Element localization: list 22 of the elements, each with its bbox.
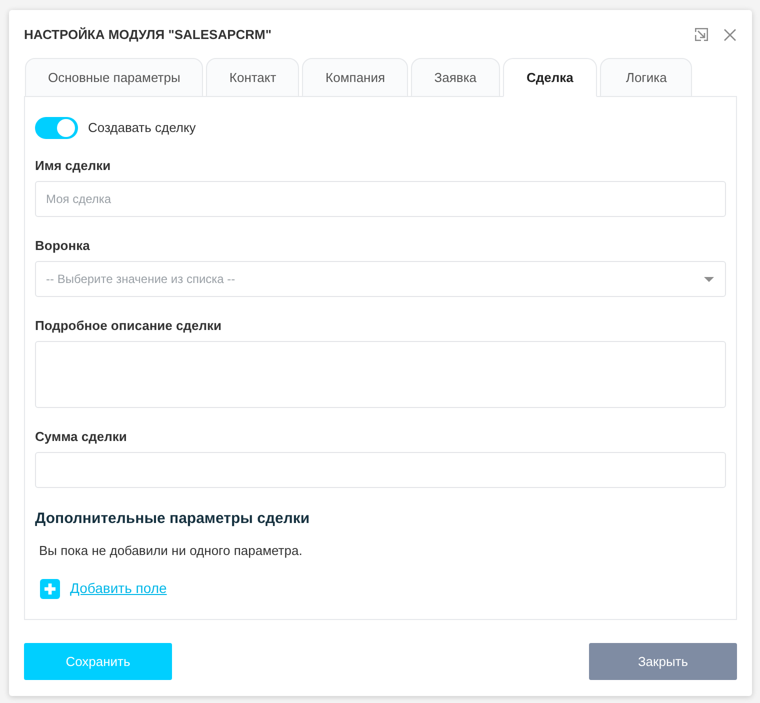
tab[interactable]: Заявка <box>411 58 500 97</box>
field-label: Сумма сделки <box>35 428 128 446</box>
tab[interactable]: Контакт <box>206 58 300 97</box>
field-label: Имя сделки <box>35 157 112 175</box>
add-icon[interactable] <box>40 578 60 598</box>
empty-message: Вы пока не добавили ни одного параметра. <box>39 542 304 560</box>
input-field[interactable]: Моя сделка <box>35 181 726 217</box>
caret-icon[interactable] <box>704 276 714 282</box>
toggle-switch[interactable] <box>35 117 78 139</box>
textarea-field[interactable] <box>35 341 726 408</box>
tab[interactable]: Сделка <box>502 58 598 97</box>
toggle-label: Создавать сделку <box>88 119 196 138</box>
tab[interactable]: Логика <box>600 58 692 97</box>
tab[interactable]: Компания <box>302 58 408 97</box>
tab[interactable]: Основные параметры <box>25 58 204 97</box>
field-label: Воронка <box>35 237 91 255</box>
maximize-icon[interactable] <box>695 28 708 41</box>
input-field[interactable] <box>35 452 726 488</box>
close-icon[interactable] <box>724 28 736 40</box>
field-label: Подробное описание сделки <box>35 317 222 335</box>
section-heading: Дополнительные параметры сделки <box>35 509 311 529</box>
dialog-title: НАСТРОЙКА МОДУЛЯ "SALESAPCRM" <box>24 26 272 44</box>
